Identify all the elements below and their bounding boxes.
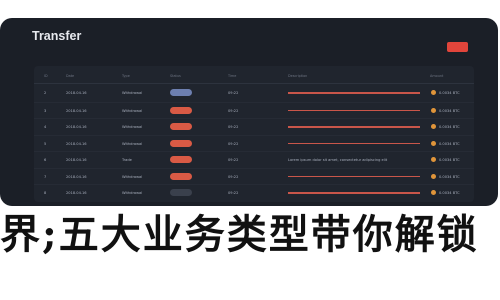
app-window: Transfer ID Date Type Status Time Descri…	[0, 18, 498, 206]
row-id: 6	[44, 158, 47, 162]
description-bar	[288, 92, 420, 94]
row-amount: 0.0034 BTC	[439, 191, 460, 195]
row-amount: 0.0034 BTC	[439, 141, 460, 146]
coin-icon	[431, 124, 436, 129]
row-id: 8	[44, 191, 47, 195]
row-id: 2	[44, 91, 47, 95]
row-amount: 0.0034 BTC	[439, 108, 460, 113]
description-bar	[288, 109, 420, 112]
row-id: 3	[44, 108, 47, 113]
description-bar	[288, 142, 420, 145]
row-amount: 0.0034 BTC	[439, 158, 460, 162]
header-description[interactable]: Description	[288, 69, 307, 85]
row-time: 09:22	[228, 174, 239, 179]
status-badge[interactable]	[170, 189, 192, 196]
table-row[interactable]: 7 2018.04.16 Withdrawal 09:22 0.0034 BTC	[34, 167, 474, 185]
row-time: 09:22	[228, 108, 239, 113]
coin-icon	[431, 107, 436, 113]
coin-icon	[431, 140, 436, 146]
row-date: 2018.04.16	[66, 108, 87, 113]
row-id: 7	[44, 174, 47, 179]
table-row[interactable]: 8 2018.04.16 Withdrawal 09:22 0.0034 BTC	[34, 184, 474, 201]
row-time: 09:22	[228, 141, 239, 146]
header-amount[interactable]: Amount	[430, 69, 443, 85]
row-type: Withdrawal	[122, 91, 143, 95]
status-badge[interactable]	[170, 156, 192, 163]
row-type: Withdrawal	[122, 108, 143, 113]
action-button[interactable]	[447, 42, 468, 52]
header-id[interactable]: ID	[44, 69, 48, 85]
row-type: Withdrawal	[122, 174, 143, 179]
row-time: 09:22	[228, 158, 239, 162]
table-row[interactable]: 5 2018.04.16 Withdrawal 09:22 0.0034 BTC	[34, 134, 474, 152]
row-type: Withdrawal	[122, 125, 143, 129]
status-badge[interactable]	[170, 123, 192, 130]
header-status[interactable]: Status	[170, 69, 181, 85]
status-badge[interactable]	[170, 106, 192, 114]
header-time[interactable]: Time	[228, 69, 236, 85]
description-bar	[288, 192, 420, 194]
banner-headline: 界;五大业务类型带你解锁	[0, 211, 479, 258]
row-time: 09:22	[228, 91, 239, 95]
header-type[interactable]: Type	[122, 69, 130, 85]
row-amount: 0.0034 BTC	[439, 91, 460, 95]
coin-icon	[431, 173, 436, 179]
row-time: 09:22	[228, 125, 239, 129]
row-id: 4	[44, 125, 47, 129]
coin-icon	[431, 90, 436, 95]
row-date: 2018.04.16	[66, 174, 87, 179]
table-header: ID Date Type Status Time Description Amo…	[34, 69, 474, 84]
row-type: Trade	[122, 158, 132, 162]
row-time: 09:22	[228, 191, 239, 195]
description-bar	[288, 175, 420, 178]
row-date: 2018.04.16	[66, 191, 87, 195]
status-badge[interactable]	[170, 89, 192, 96]
description-bar	[288, 126, 420, 128]
row-id: 5	[44, 141, 47, 146]
row-date: 2018.04.16	[66, 91, 87, 95]
transactions-table: ID Date Type Status Time Description Amo…	[34, 66, 474, 202]
row-date: 2018.04.16	[66, 141, 87, 146]
table-row[interactable]: 4 2018.04.16 Withdrawal 09:22 0.0034 BTC	[34, 118, 474, 135]
status-badge[interactable]	[170, 172, 192, 180]
table-row[interactable]: 2 2018.04.16 Withdrawal 09:22 0.0034 BTC	[34, 85, 474, 101]
row-amount: 0.0034 BTC	[439, 125, 460, 129]
row-type: Withdrawal	[122, 141, 143, 146]
page-title: Transfer	[32, 29, 82, 43]
row-date: 2018.04.16	[66, 125, 87, 129]
coin-icon	[431, 157, 436, 162]
status-badge[interactable]	[170, 139, 192, 147]
row-date: 2018.04.16	[66, 158, 87, 162]
table-row[interactable]: 3 2018.04.16 Withdrawal 09:22 0.0034 BTC	[34, 101, 474, 119]
row-type: Withdrawal	[122, 191, 143, 195]
row-amount: 0.0034 BTC	[439, 174, 460, 179]
coin-icon	[431, 190, 436, 195]
header-date[interactable]: Date	[66, 69, 74, 85]
row-description: Lorem ipsum dolor sit amet, consectetur …	[288, 158, 388, 162]
table-row[interactable]: 6 2018.04.16 Trade 09:22 Lorem ipsum dolor s…	[34, 151, 474, 168]
